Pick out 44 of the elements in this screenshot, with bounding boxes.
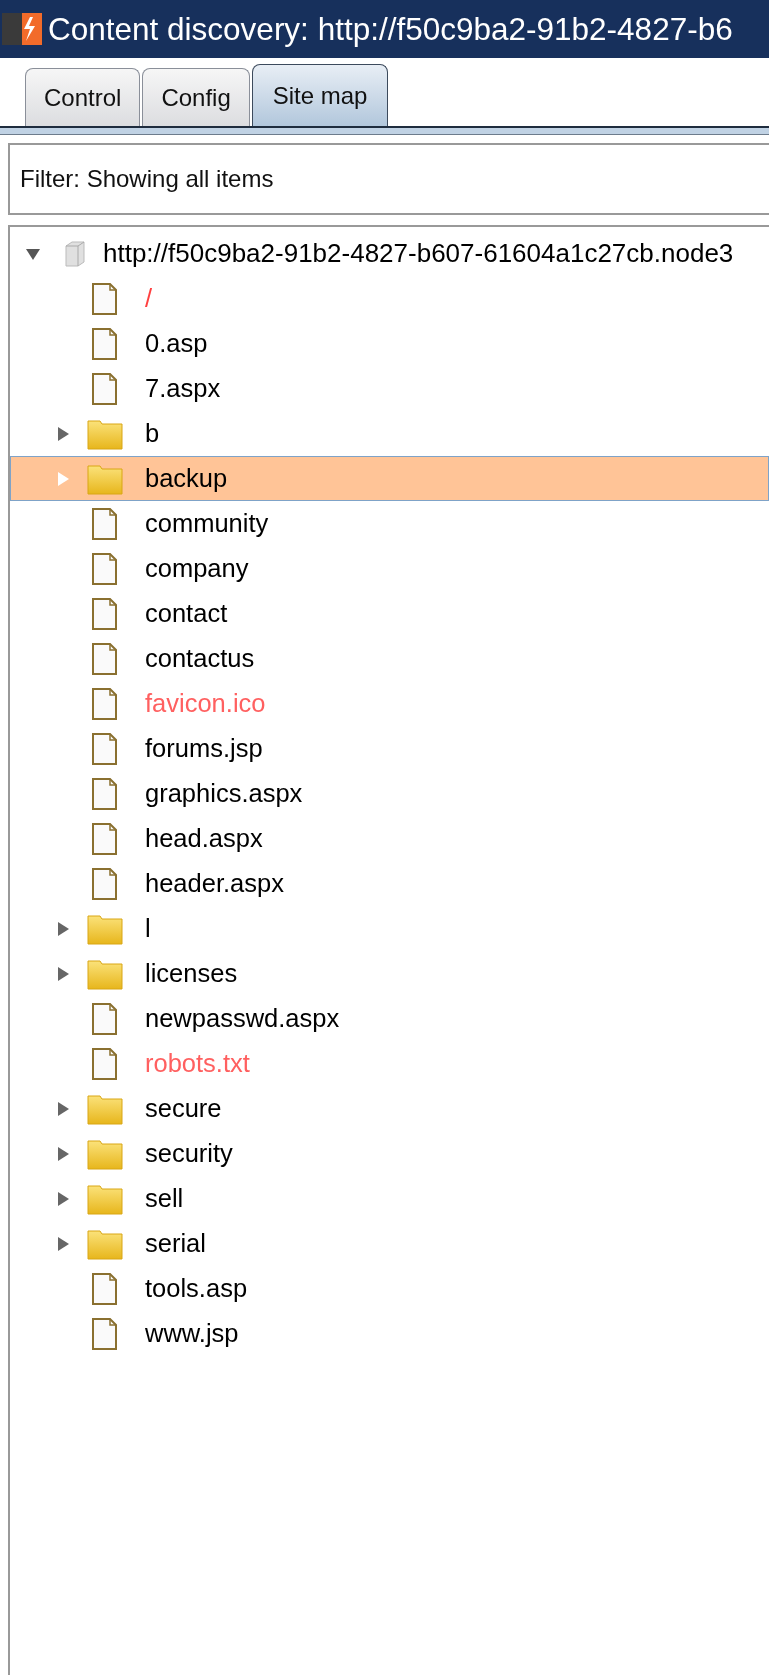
tree-item[interactable]: l <box>10 906 769 951</box>
folder-icon <box>87 912 123 945</box>
tree-item[interactable]: graphics.aspx <box>10 771 769 816</box>
folder-icon <box>87 1182 123 1215</box>
tab[interactable]: Site map <box>251 64 389 126</box>
folder-icon <box>87 1227 123 1260</box>
expand-arrow-icon[interactable] <box>56 966 70 981</box>
tree-item[interactable]: licenses <box>10 951 769 996</box>
tab[interactable]: Control <box>25 68 141 126</box>
tree-item[interactable]: contactus <box>10 636 769 681</box>
folder-icon <box>87 1137 123 1170</box>
tree-item[interactable]: forums.jsp <box>10 726 769 771</box>
expand-arrow-icon[interactable] <box>56 1146 70 1161</box>
tree-item[interactable]: header.aspx <box>10 861 769 906</box>
folder-icon <box>87 957 123 990</box>
tree-item[interactable]: company <box>10 546 769 591</box>
folder-icon <box>87 1092 123 1125</box>
tree-item[interactable]: newpasswd.aspx <box>10 996 769 1041</box>
tree-item[interactable]: head.aspx <box>10 816 769 861</box>
server-icon <box>63 239 87 268</box>
tree-item[interactable]: www.jsp <box>10 1311 769 1356</box>
tab[interactable]: Config <box>142 68 250 126</box>
window-title: Content discovery: http://f50c9ba2-91b2-4827-b6 <box>48 10 733 48</box>
expand-arrow-icon[interactable] <box>56 1191 70 1206</box>
tree-item[interactable]: backup <box>10 456 769 501</box>
folder-icon <box>87 462 123 495</box>
tree-item[interactable]: 7.aspx <box>10 366 769 411</box>
tree-item[interactable]: b <box>10 411 769 456</box>
expand-arrow-icon[interactable] <box>56 1236 70 1251</box>
tree-item[interactable]: sell <box>10 1176 769 1221</box>
collapse-arrow-icon[interactable] <box>26 246 40 261</box>
tree-item[interactable]: community <box>10 501 769 546</box>
tree-item[interactable]: serial <box>10 1221 769 1266</box>
tree-item[interactable]: contact <box>10 591 769 636</box>
expand-arrow-icon[interactable] <box>56 426 70 441</box>
folder-icon <box>87 417 123 450</box>
tree-item[interactable]: secure <box>10 1086 769 1131</box>
tree-item[interactable]: security <box>10 1131 769 1176</box>
filter-bar[interactable]: Filter: Showing all items <box>8 143 769 215</box>
tree-item[interactable]: 0.asp <box>10 321 769 366</box>
expand-arrow-icon[interactable] <box>56 1101 70 1116</box>
expand-arrow-icon[interactable] <box>56 921 70 936</box>
tree-item[interactable]: tools.asp <box>10 1266 769 1311</box>
host-label[interactable]: http://f50c9ba2-91b2-4827-b607-61604a1c27cb.node3 <box>103 238 734 269</box>
